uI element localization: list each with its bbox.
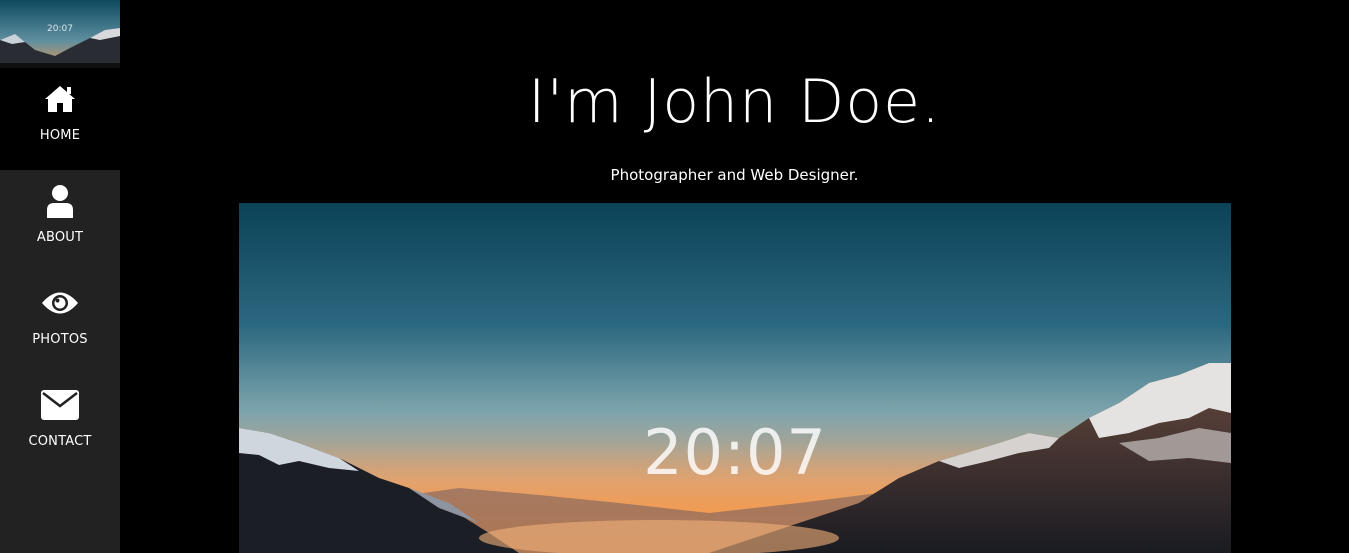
- thumbnail-clock: 20:07: [47, 24, 73, 34]
- eye-icon: [0, 286, 120, 320]
- mountain-landscape: [239, 203, 1231, 553]
- home-icon: [0, 82, 120, 116]
- hero-clock: 20:07: [643, 416, 827, 489]
- sidebar: 20:07 HOME ABOUT PHOTOS CONTACT: [0, 0, 120, 553]
- main-content: I'm John Doe. Photographer and Web Desig…: [120, 0, 1349, 553]
- user-icon: [0, 184, 120, 218]
- sidebar-thumbnail-image[interactable]: 20:07: [0, 0, 120, 68]
- thumbnail-landscape: [0, 0, 120, 68]
- envelope-icon: [0, 388, 120, 422]
- page-subtitle: Photographer and Web Designer.: [610, 166, 859, 184]
- hero-image: 20:07: [239, 203, 1231, 553]
- sidebar-item-label: HOME: [39, 128, 81, 143]
- page-title: I'm John Doe.: [527, 67, 942, 137]
- sidebar-item-contact[interactable]: CONTACT: [0, 374, 120, 476]
- sidebar-item-about[interactable]: ABOUT: [0, 170, 120, 272]
- sidebar-item-label: CONTACT: [28, 434, 92, 449]
- sidebar-item-home[interactable]: HOME: [0, 68, 120, 170]
- sidebar-item-label: ABOUT: [36, 230, 84, 245]
- sidebar-item-label: PHOTOS: [32, 332, 88, 347]
- sidebar-item-photos[interactable]: PHOTOS: [0, 272, 120, 374]
